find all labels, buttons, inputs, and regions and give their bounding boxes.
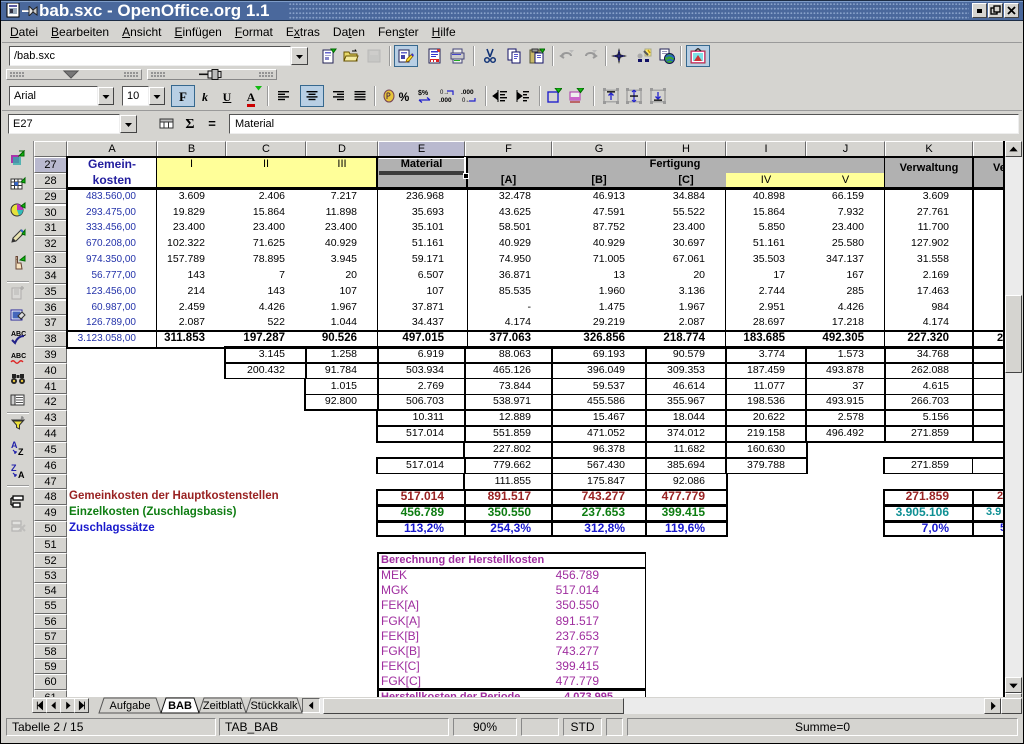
svg-text:Z: Z (11, 463, 17, 473)
svg-text:ABC: ABC (11, 353, 26, 360)
svg-text:A: A (11, 440, 18, 450)
svg-text:.000: .000 (439, 97, 452, 104)
svg-text:Stückkalk: Stückkalk (250, 700, 298, 712)
svg-text:BAB: BAB (168, 700, 192, 712)
svg-text:$%: $% (418, 90, 429, 97)
svg-text:Aufgabe: Aufgabe (110, 700, 151, 712)
svg-text:A: A (18, 470, 25, 479)
svg-text:Zeitblatt: Zeitblatt (203, 700, 242, 712)
svg-text:Z: Z (18, 447, 24, 456)
svg-text:.000: .000 (461, 89, 474, 96)
